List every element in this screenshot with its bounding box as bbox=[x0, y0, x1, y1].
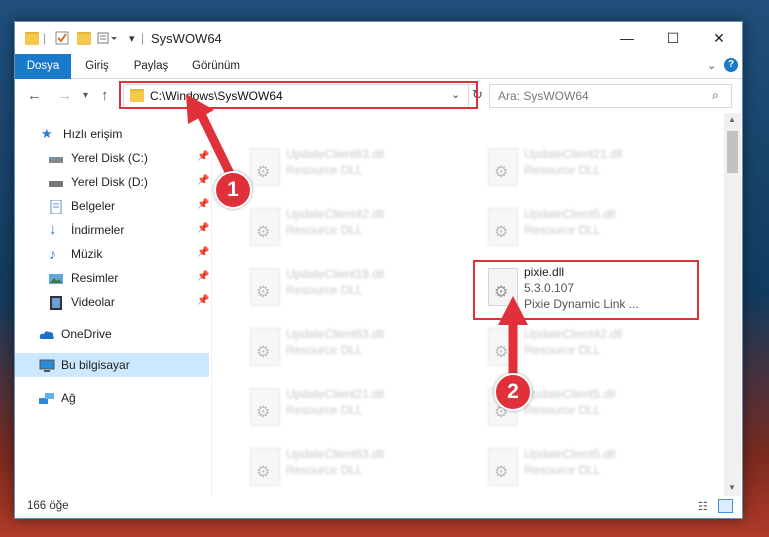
music-icon: ♪ bbox=[49, 246, 56, 262]
pin-icon[interactable]: 📌 bbox=[197, 295, 209, 306]
toolbar-separator: | bbox=[141, 31, 145, 45]
title-bar: | ▾ | SysWOW64 — ☐ ✕ bbox=[15, 22, 742, 54]
gear-icon: ⚙ bbox=[494, 224, 509, 241]
pin-icon[interactable]: 📌 bbox=[197, 199, 209, 210]
gear-icon: ⚙ bbox=[494, 344, 509, 361]
up-arrow-icon[interactable]: ↑ bbox=[101, 87, 109, 104]
navigation-pane: ★ Hızlı erişim Yerel Disk (C:) 📌 Yerel D… bbox=[15, 113, 211, 496]
drive-icon bbox=[49, 151, 63, 165]
star-icon: ★ bbox=[41, 126, 53, 141]
scroll-down-icon[interactable]: ▼ bbox=[728, 483, 736, 492]
pin-icon[interactable]: 📌 bbox=[197, 175, 209, 186]
gear-icon: ⚙ bbox=[256, 224, 271, 241]
forward-arrow-icon[interactable]: → bbox=[57, 87, 72, 104]
recent-locations-icon[interactable]: ▾ bbox=[83, 90, 88, 101]
tab-home[interactable]: Giriş bbox=[75, 54, 119, 78]
computer-icon bbox=[39, 358, 55, 372]
pin-icon[interactable]: 📌 bbox=[197, 151, 209, 162]
ribbon-tabs: Dosya Giriş Paylaş Görünüm ⌄ ? bbox=[15, 54, 742, 102]
quick-access-customize-icon[interactable] bbox=[97, 30, 119, 46]
file-list: ⚙ UpdateClient63.dll Resource DLL ⚙ Updat… bbox=[212, 113, 724, 496]
explorer-window: | ▾ | SysWOW64 — ☐ ✕ Dosya Giriş Paylaş … bbox=[14, 21, 743, 519]
gear-icon: ⚙ bbox=[256, 344, 271, 361]
large-icons-view-icon[interactable] bbox=[718, 499, 733, 513]
gear-icon: ⚙ bbox=[256, 164, 271, 181]
documents-icon bbox=[49, 199, 63, 215]
file-item[interactable]: ⚙ UpdateClient21.dll Resource DLL bbox=[484, 146, 704, 194]
address-highlight-box bbox=[119, 81, 478, 109]
gear-icon: ⚙ bbox=[256, 284, 271, 301]
close-button[interactable]: ✕ bbox=[696, 22, 742, 54]
file-item[interactable]: ⚙ UpdateClient42.dll Resource DLL bbox=[246, 206, 466, 254]
status-bar: 166 öğe ☷ bbox=[15, 496, 742, 518]
navigation-bar: ← → ▾ ↑ C:\Windows\SysWOW64 ⌄ ↻ Ara: Sys… bbox=[15, 79, 742, 113]
vertical-scrollbar[interactable]: ▲ ▼ bbox=[724, 113, 741, 496]
properties-icon[interactable] bbox=[55, 30, 69, 46]
search-input[interactable]: Ara: SysWOW64 bbox=[498, 89, 589, 103]
window-title: SysWOW64 bbox=[151, 31, 222, 46]
details-view-icon[interactable]: ☷ bbox=[698, 500, 708, 513]
file-item[interactable]: ⚙ UpdateClient5.dll Resource DLL bbox=[484, 446, 704, 494]
gear-icon: ⚙ bbox=[256, 464, 271, 481]
file-item[interactable]: ⚙ UpdateClient42.dll Resource DLL bbox=[484, 326, 704, 374]
quick-access-dropdown-icon[interactable]: ▾ bbox=[129, 30, 135, 46]
scroll-up-icon[interactable]: ▲ bbox=[728, 115, 736, 124]
step-1-callout: 1 bbox=[214, 171, 252, 209]
file-item[interactable]: ⚙ UpdateClient63.dll Resource DLL bbox=[246, 146, 466, 194]
pictures-icon bbox=[49, 271, 63, 285]
pin-icon[interactable]: 📌 bbox=[197, 247, 209, 258]
gear-icon: ⚙ bbox=[494, 464, 509, 481]
videos-icon bbox=[49, 295, 63, 310]
back-arrow-icon[interactable]: ← bbox=[27, 87, 42, 104]
file-highlight-box bbox=[473, 260, 699, 320]
search-icon[interactable]: ⌕ bbox=[712, 88, 719, 103]
ribbon-expand-icon[interactable]: ⌄ bbox=[707, 59, 716, 72]
help-icon[interactable]: ? bbox=[724, 58, 738, 72]
file-item[interactable]: ⚙ UpdateClient19.dll Resource DLL bbox=[246, 266, 466, 314]
gear-icon: ⚙ bbox=[494, 164, 509, 181]
maximize-button[interactable]: ☐ bbox=[650, 22, 696, 54]
minimize-button[interactable]: — bbox=[604, 22, 650, 54]
pin-icon[interactable]: 📌 bbox=[197, 223, 209, 234]
file-item[interactable]: ⚙ UpdateClient63.dll Resource DLL bbox=[246, 326, 466, 374]
item-count: 166 öğe bbox=[27, 500, 69, 512]
step-2-callout: 2 bbox=[494, 373, 532, 411]
file-item[interactable]: ⚙ UpdateClient63.dll Resource DLL bbox=[246, 446, 466, 494]
pin-icon[interactable]: 📌 bbox=[197, 271, 209, 282]
file-item[interactable]: ⚙ UpdateClient21.dll Resource DLL bbox=[246, 386, 466, 434]
search-box[interactable]: Ara: SysWOW64 ⌕ bbox=[489, 84, 732, 108]
drive-icon bbox=[49, 175, 63, 189]
tab-share[interactable]: Paylaş bbox=[125, 54, 177, 78]
tab-view[interactable]: Görünüm bbox=[185, 54, 247, 78]
network-icon bbox=[39, 391, 54, 405]
downloads-icon: ↓ bbox=[49, 221, 57, 238]
gear-icon: ⚙ bbox=[256, 404, 271, 421]
folder-icon bbox=[25, 30, 39, 46]
cloud-icon bbox=[39, 327, 54, 341]
scrollbar-thumb[interactable] bbox=[727, 131, 738, 173]
new-folder-icon[interactable] bbox=[77, 30, 91, 46]
toolbar-separator: | bbox=[43, 31, 47, 45]
file-item[interactable]: ⚙ UpdateClient5.dll Resource DLL bbox=[484, 206, 704, 254]
